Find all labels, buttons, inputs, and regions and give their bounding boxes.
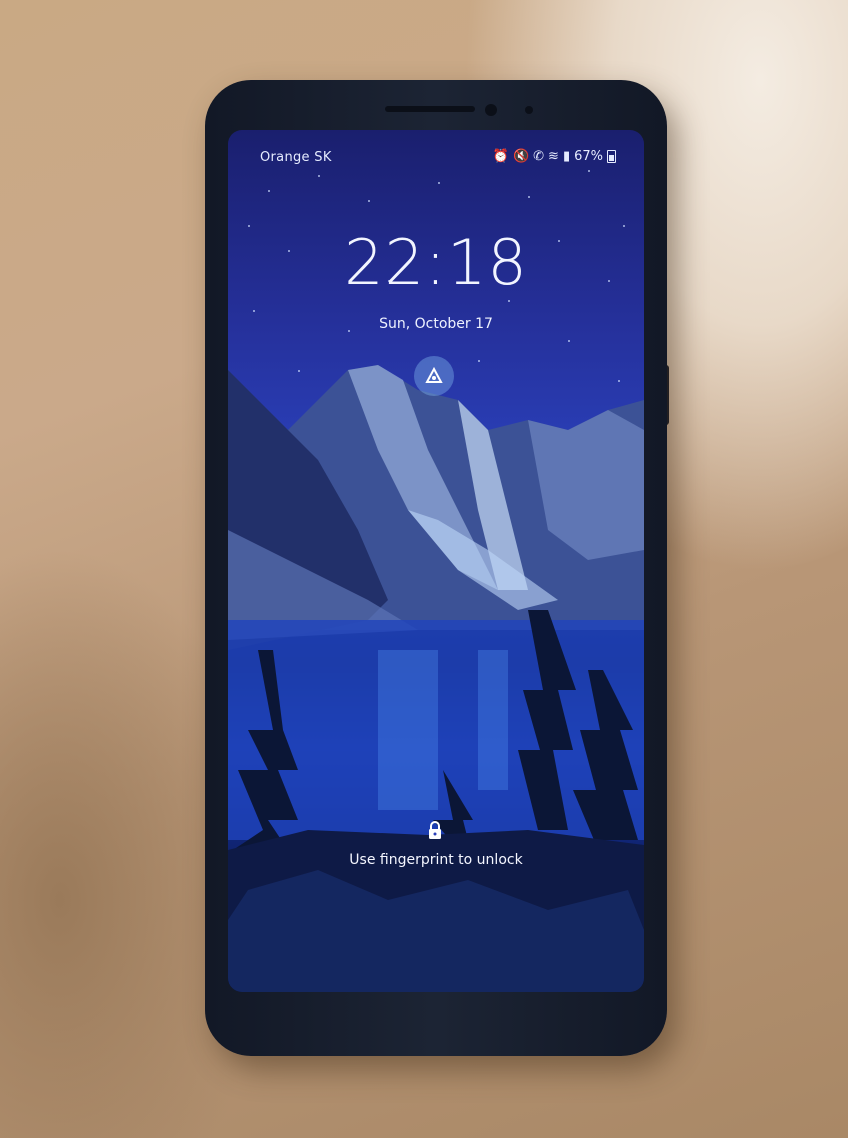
lock-screen[interactable]: Orange SK ⏰ 🔇 ✆ ≋ ▮ 67% 22:18 Sun, Octob… [228,130,644,992]
status-icons: ⏰ 🔇 ✆ ≋ ▮ 67% [493,149,616,164]
assistant-shortcut-button[interactable] [414,356,454,396]
wifi-icon: ≋ [548,149,559,164]
battery-percent: 67% [574,149,603,164]
alarm-icon: ⏰ [492,149,509,164]
lock-screen-clock: 22:18 [344,226,528,299]
lock-icon [429,821,441,839]
front-camera [485,104,497,116]
call-icon: ✆ [533,149,545,164]
carrier-label: Orange SK [260,150,332,165]
unlock-hint-text: Use fingerprint to unlock [349,852,523,868]
proximity-sensor [525,106,533,114]
lock-screen-date: Sun, October 17 [379,316,493,332]
status-bar: Orange SK ⏰ 🔇 ✆ ≋ ▮ 67% [228,130,644,165]
earpiece [385,106,475,112]
signal-icon: ▮ [562,149,571,164]
assistant-icon [425,367,443,383]
mute-icon: 🔇 [512,149,530,164]
battery-icon [607,150,616,163]
